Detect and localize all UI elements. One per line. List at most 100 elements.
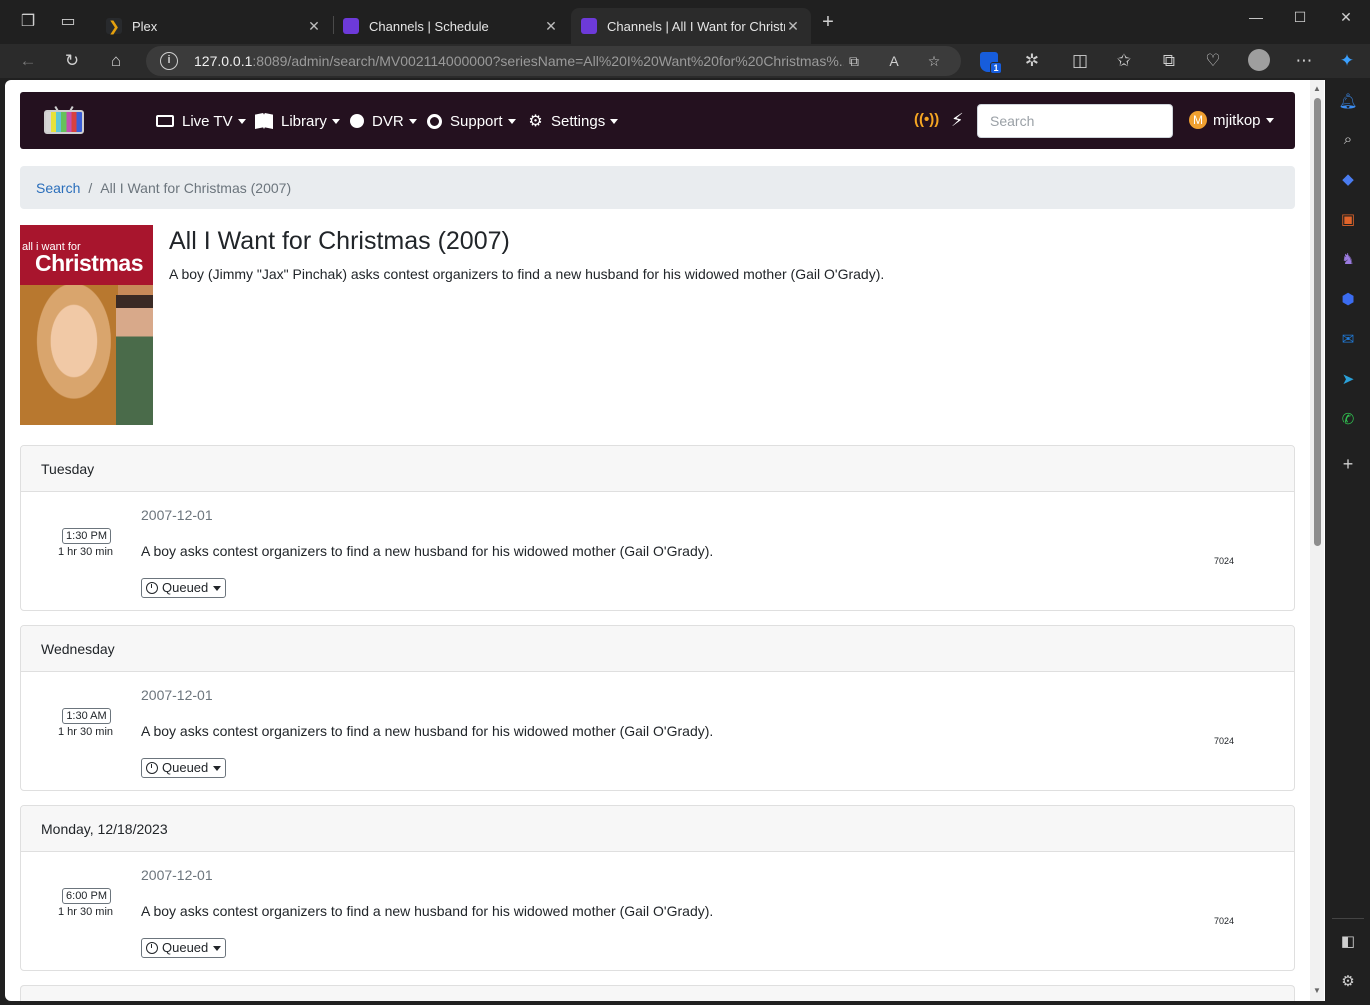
nav-live-tv[interactable]: Live TV: [156, 110, 246, 132]
scrollbar-thumb[interactable]: [1314, 98, 1321, 546]
hide-sidebar-icon[interactable]: ◧: [1338, 932, 1358, 952]
life-ring-icon: [427, 113, 442, 129]
open-in-app-icon[interactable]: ⧉: [844, 51, 864, 71]
split-screen-icon[interactable]: ◫: [1068, 49, 1092, 73]
airing-card: Tuesday 1:30 PM 1 hr 30 min 2007-12-01 A…: [20, 445, 1295, 611]
airing-time-badge: 6:00 PM: [62, 888, 111, 904]
scroll-down-icon[interactable]: ▼: [1312, 986, 1322, 995]
show-header: all i want for Christmas All I Want for …: [20, 225, 1295, 425]
nav-label: Library: [281, 112, 327, 130]
page-title: All I Want for Christmas (2007): [169, 227, 510, 255]
tab-plex[interactable]: ❯ Plex ✕: [96, 8, 332, 44]
user-name: mjitkop: [1213, 111, 1261, 129]
breadcrumb-search-link[interactable]: Search: [36, 180, 80, 196]
shopping-tag-icon[interactable]: ◆: [1338, 170, 1358, 190]
airing-time-badge: 1:30 AM: [62, 708, 111, 724]
channel-number: 7024: [1214, 556, 1235, 566]
refresh-icon[interactable]: ↻: [60, 49, 84, 73]
queued-dropdown-button[interactable]: Queued: [141, 578, 227, 598]
airing-day-header: Monday, 12/18/2023: [21, 806, 1294, 852]
favorites-icon[interactable]: ✩: [1112, 49, 1136, 73]
nav-library[interactable]: Library: [255, 110, 340, 132]
channels-favicon-icon: [581, 18, 597, 34]
more-menu-icon[interactable]: ⋯: [1292, 49, 1316, 73]
nav-label: DVR: [372, 112, 404, 130]
back-icon[interactable]: ←: [16, 49, 40, 73]
caret-down-icon: [610, 118, 619, 124]
nav-settings[interactable]: ⚙ Settings: [528, 110, 619, 132]
url-text[interactable]: 127.0.0.1:8089/admin/search/MV0021140000…: [194, 53, 844, 69]
channels-logo[interactable]: [44, 105, 84, 134]
read-aloud-icon[interactable]: A: [884, 51, 904, 71]
tab-actions-icon[interactable]: ▭: [58, 12, 78, 32]
new-tab-icon[interactable]: +: [818, 12, 838, 32]
airing-day-header: Wednesday: [21, 626, 1294, 672]
airing-day-header: Tuesday: [21, 446, 1294, 492]
search-icon[interactable]: ⌕: [1338, 130, 1358, 150]
tools-icon[interactable]: ▣: [1338, 210, 1358, 230]
collections-icon[interactable]: ⧉: [1157, 49, 1181, 73]
caret-down-icon: [213, 585, 222, 591]
close-tab-icon[interactable]: ✕: [543, 18, 559, 35]
gear-icon: ⚙: [528, 112, 543, 130]
queued-dropdown-button[interactable]: Queued: [141, 758, 227, 778]
favorite-star-icon[interactable]: ☆: [924, 51, 944, 71]
close-window-icon[interactable]: ✕: [1334, 6, 1358, 28]
minimize-icon[interactable]: —: [1244, 6, 1268, 28]
status-label: Queued: [162, 760, 209, 775]
book-icon: [255, 113, 273, 129]
caret-down-icon: [213, 945, 222, 951]
browser-essentials-icon[interactable]: ♡: [1201, 49, 1225, 73]
notifications-icon[interactable]: 🔔︎: [1338, 92, 1358, 112]
whatsapp-icon[interactable]: ✆: [1338, 410, 1358, 430]
user-menu[interactable]: M mjitkop: [1189, 111, 1274, 129]
close-tab-icon[interactable]: ✕: [785, 18, 801, 35]
nav-dvr[interactable]: DVR: [350, 110, 417, 132]
microsoft-365-icon[interactable]: ⬢: [1338, 290, 1358, 310]
sidebar-settings-icon[interactable]: ⚙: [1338, 972, 1358, 992]
tab-title: Channels | All I Want for Christmas: [607, 18, 785, 34]
airing-description: A boy asks contest organizers to find a …: [141, 723, 714, 739]
live-broadcast-icon[interactable]: ((•)): [914, 111, 939, 128]
tab-channels-show[interactable]: Channels | All I Want for Christmas ✕: [571, 8, 811, 44]
tab-title: Channels | Schedule: [369, 18, 489, 34]
home-icon[interactable]: ⌂: [104, 49, 128, 73]
channels-navbar: Live TV Library DVR Support ⚙ Settings (…: [20, 92, 1295, 149]
nav-label: Support: [450, 112, 503, 130]
caret-down-icon: [1265, 117, 1274, 123]
breadcrumb: Search / All I Want for Christmas (2007): [20, 166, 1295, 209]
clock-icon: [146, 582, 158, 594]
nav-support[interactable]: Support: [427, 110, 516, 132]
airing-duration: 1 hr 30 min: [58, 726, 114, 738]
page-scrollbar[interactable]: ▲ ▼: [1310, 80, 1324, 1001]
original-air-date: 2007-12-01: [141, 507, 213, 523]
send-icon[interactable]: ➤: [1338, 370, 1358, 390]
maximize-icon[interactable]: ☐: [1288, 6, 1312, 28]
tab-channels-schedule[interactable]: Channels | Schedule ✕: [333, 8, 569, 44]
add-sidebar-app-icon[interactable]: +: [1338, 454, 1358, 474]
games-icon[interactable]: ♞: [1338, 250, 1358, 270]
queued-dropdown-button[interactable]: Queued: [141, 938, 227, 958]
outlook-icon[interactable]: ✉: [1338, 330, 1358, 350]
scroll-up-icon[interactable]: ▲: [1312, 84, 1322, 93]
record-dot-icon: [350, 114, 364, 128]
airing-description: A boy asks contest organizers to find a …: [141, 543, 714, 559]
profile-avatar[interactable]: [1248, 49, 1270, 71]
channel-number: 7024: [1214, 916, 1235, 926]
workspaces-icon[interactable]: ❒: [18, 12, 38, 32]
page-content: Live TV Library DVR Support ⚙ Settings (…: [20, 92, 1295, 1001]
original-air-date: 2007-12-01: [141, 687, 213, 703]
site-info-icon[interactable]: i: [160, 52, 178, 70]
lightning-icon[interactable]: ⚡︎: [951, 110, 964, 131]
airing-time-badge: 1:30 PM: [62, 528, 111, 544]
user-avatar: M: [1189, 111, 1207, 129]
airing-duration: 1 hr 30 min: [58, 546, 114, 558]
copilot-icon[interactable]: ✦: [1335, 49, 1359, 73]
close-tab-icon[interactable]: ✕: [306, 18, 322, 35]
search-input[interactable]: [977, 104, 1173, 138]
status-label: Queued: [162, 940, 209, 955]
extensions-icon[interactable]: ✲: [1020, 49, 1044, 73]
address-bar[interactable]: i 127.0.0.1:8089/admin/search/MV00211400…: [146, 46, 961, 76]
edge-sidebar: 🔔︎ ⌕ ◆ ▣ ♞ ⬢ ✉ ➤ ✆ + ◧ ⚙: [1326, 78, 1370, 1005]
bitwarden-badge: 1: [990, 62, 1002, 74]
